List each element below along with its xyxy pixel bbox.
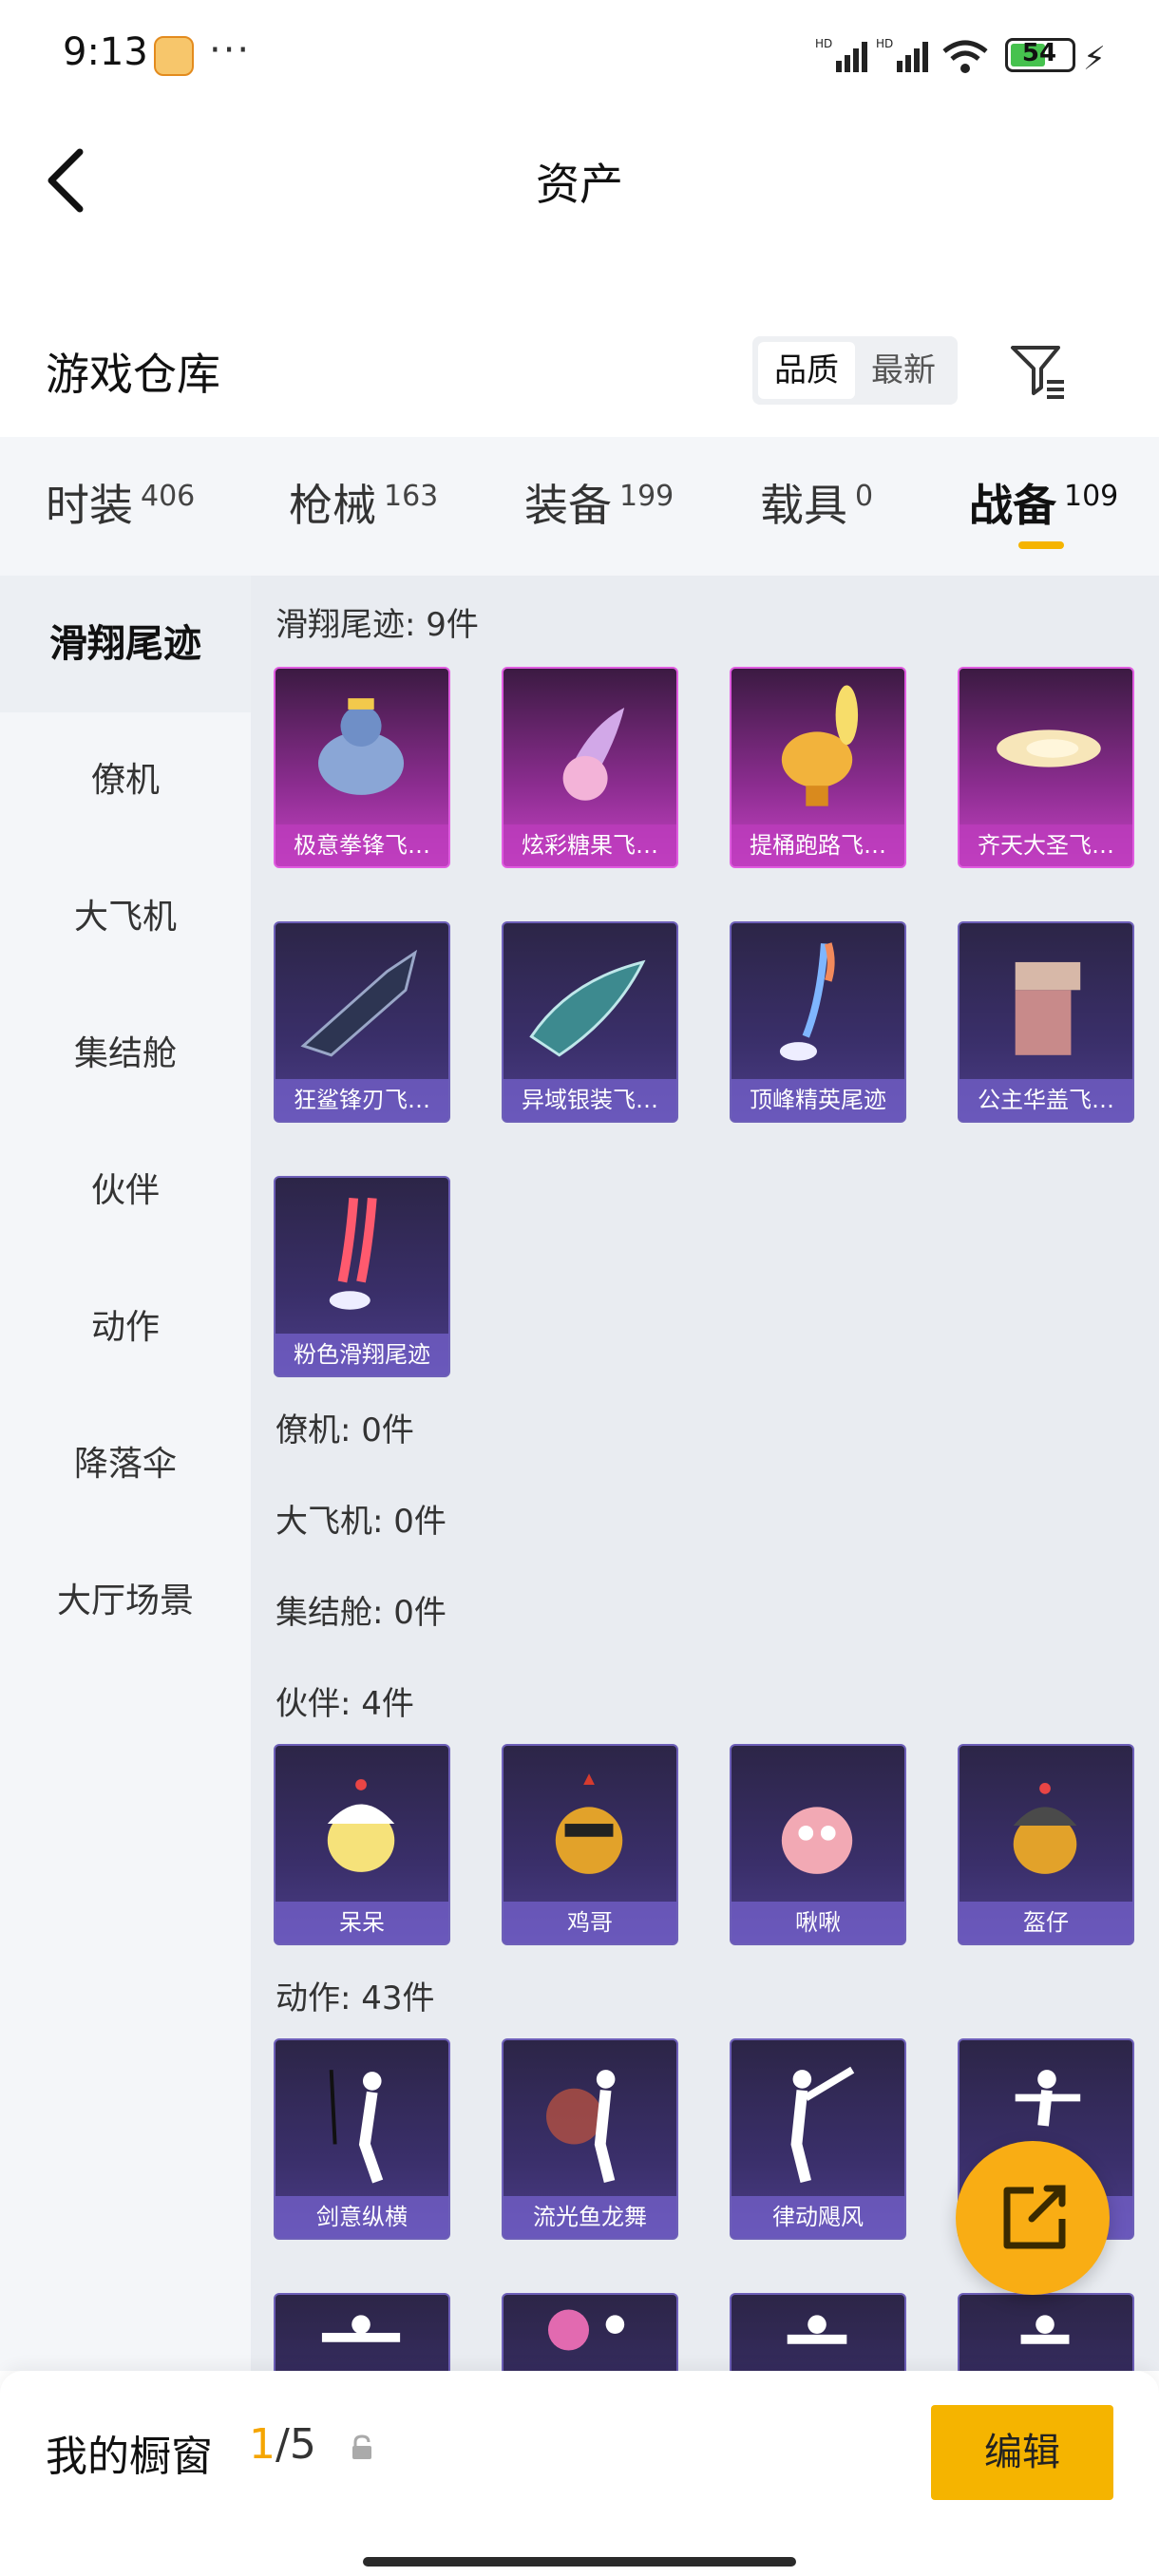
item-card[interactable]: 炫彩糖果飞… xyxy=(502,667,678,868)
svg-text:HD: HD xyxy=(876,37,893,50)
item-card[interactable] xyxy=(502,2293,678,2371)
item-card[interactable]: 提桶跑路飞… xyxy=(730,667,906,868)
tab-fashion[interactable]: 时装 406 xyxy=(46,471,195,547)
sort-newest-button[interactable]: 最新 xyxy=(855,342,952,399)
item-card[interactable]: 公主华盖飞… xyxy=(958,921,1134,1123)
wifi-icon xyxy=(942,40,988,73)
item-card[interactable]: 极意拳锋飞… xyxy=(274,667,450,868)
status-time: 9:13 xyxy=(63,30,148,74)
item-card[interactable]: 顶峰精英尾迹 xyxy=(730,921,906,1123)
home-indicator xyxy=(363,2557,796,2567)
edit-button[interactable]: 编辑 xyxy=(931,2405,1113,2500)
sort-toggle: 品质 最新 xyxy=(752,336,958,405)
item-grid-panel: 滑翔尾迹: 9件 极意拳锋飞… 炫彩糖果飞… 提桶跑路飞… 齐天大圣飞… 狂鲨锋… xyxy=(251,576,1159,2371)
share-button[interactable] xyxy=(956,2141,1110,2295)
item-card[interactable]: 盔仔 xyxy=(958,1744,1134,1945)
sidebar-item-emote[interactable]: 动作 xyxy=(0,1260,251,1396)
showcase-label: 我的橱窗 xyxy=(46,2433,213,2481)
group-title: 僚机: 0件 xyxy=(276,1411,414,1449)
nav-bar: 资产 xyxy=(0,114,1159,247)
tab-vehicles[interactable]: 载具 0 xyxy=(760,471,873,547)
page-title: 资产 xyxy=(536,159,623,210)
signal-icon: HD xyxy=(815,37,867,72)
group-title: 动作: 43件 xyxy=(276,1979,435,2017)
app-notification-icon xyxy=(154,36,194,76)
lock-icon xyxy=(352,2434,371,2459)
svg-text:HD: HD xyxy=(815,37,832,50)
item-card[interactable]: 鸡哥 xyxy=(502,1744,678,1945)
sidebar-item-wingman[interactable]: 僚机 xyxy=(0,712,251,849)
group-title: 滑翔尾迹: 9件 xyxy=(276,606,479,644)
tab-battle-gear[interactable]: 战备 109 xyxy=(969,471,1118,547)
sidebar-item-glide-trail[interactable]: 滑翔尾迹 xyxy=(0,576,251,712)
charging-icon: ⚡ xyxy=(1083,40,1106,78)
item-card[interactable]: 啾啾 xyxy=(730,1744,906,1945)
status-bar: 9:13 ··· HD HD 54 ⚡ xyxy=(0,0,1159,114)
item-card[interactable]: 齐天大圣飞… xyxy=(958,667,1134,868)
item-card[interactable]: 狂鲨锋刃飞… xyxy=(274,921,450,1123)
showcase-bar: 我的橱窗 1/5 编辑 xyxy=(0,2371,1159,2576)
showcase-count: 1/5 xyxy=(249,2420,316,2469)
category-tabs: 时装 406 枪械 163 装备 199 载具 0 战备 109 xyxy=(0,437,1159,576)
sidebar-item-plane[interactable]: 大飞机 xyxy=(0,849,251,986)
tab-equipment[interactable]: 装备 199 xyxy=(524,471,674,547)
item-card[interactable]: 异域银装飞… xyxy=(502,921,678,1123)
item-card[interactable]: 流光鱼龙舞 xyxy=(502,2038,678,2240)
item-card[interactable] xyxy=(274,2293,450,2371)
sidebar-item-partner[interactable]: 伙伴 xyxy=(0,1123,251,1260)
item-card[interactable]: 呆呆 xyxy=(274,1744,450,1945)
filter-icon[interactable] xyxy=(1007,340,1068,401)
active-tab-indicator xyxy=(1018,541,1064,549)
item-card[interactable]: 粉色滑翔尾迹 xyxy=(274,1176,450,1377)
sidebar: 滑翔尾迹 僚机 大飞机 集结舱 伙伴 动作 降落伞 大厅场景 xyxy=(0,576,251,2371)
signal-icon: HD xyxy=(876,37,928,72)
tab-guns[interactable]: 枪械 163 xyxy=(289,471,438,547)
item-card[interactable]: 律动飓风 xyxy=(730,2038,906,2240)
sidebar-item-lobby-scene[interactable]: 大厅场景 xyxy=(0,1533,251,1670)
share-external-icon xyxy=(1003,2185,1066,2249)
group-title: 伙伴: 4件 xyxy=(276,1685,414,1723)
section-header: 游戏仓库 品质 最新 xyxy=(0,313,1159,427)
item-card[interactable] xyxy=(958,2293,1134,2371)
sort-quality-button[interactable]: 品质 xyxy=(758,342,855,399)
group-title: 大飞机: 0件 xyxy=(276,1503,446,1541)
sidebar-item-pod[interactable]: 集结舱 xyxy=(0,986,251,1123)
battery-icon: 54 xyxy=(1005,38,1075,72)
item-card[interactable]: 剑意纵横 xyxy=(274,2038,450,2240)
section-title: 游戏仓库 xyxy=(46,349,220,400)
sidebar-item-parachute[interactable]: 降落伞 xyxy=(0,1396,251,1533)
group-title: 集结舱: 0件 xyxy=(276,1594,446,1632)
item-card[interactable] xyxy=(730,2293,906,2371)
more-notifications-icon: ··· xyxy=(209,28,252,72)
